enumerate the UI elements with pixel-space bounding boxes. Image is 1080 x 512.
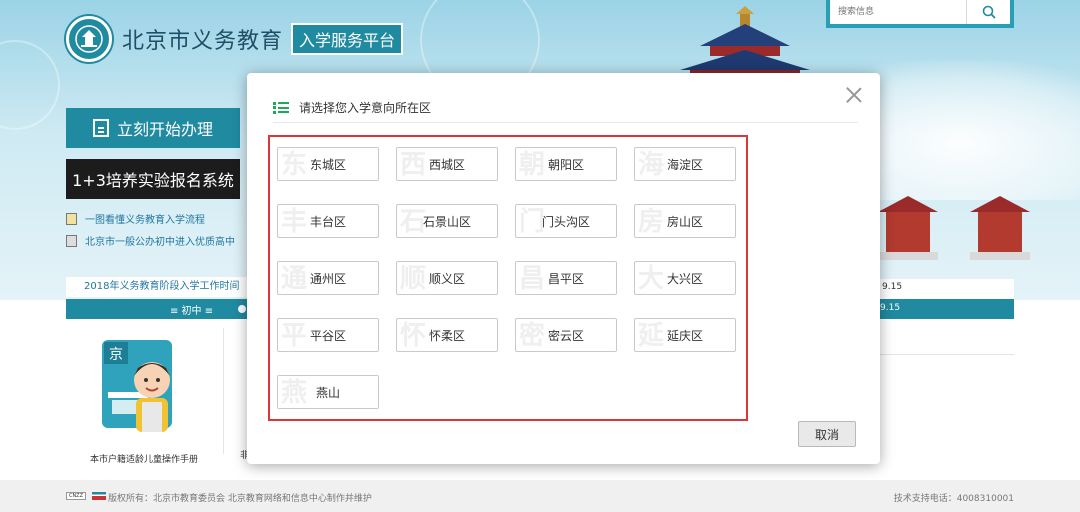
district-label: 门头沟区: [541, 214, 590, 229]
district-label: 海淀区: [666, 157, 703, 172]
search-doc-icon: [66, 234, 77, 247]
district-watermark: 房: [637, 207, 664, 237]
right-date: 9.15: [880, 279, 1014, 299]
document-icon: [66, 212, 77, 225]
district-button[interactable]: 怀怀柔区: [396, 318, 498, 352]
divider: [223, 328, 224, 454]
district-watermark: 平: [280, 321, 307, 351]
district-button[interactable]: 丰丰台区: [277, 204, 379, 238]
guide-badge-text: 京: [109, 347, 123, 363]
cnzz-badge[interactable]: CNZZ: [66, 492, 86, 500]
district-watermark: 怀: [399, 321, 426, 351]
district-button[interactable]: 平平谷区: [277, 318, 379, 352]
district-button[interactable]: 大大兴区: [634, 261, 736, 295]
district-label: 大兴区: [666, 271, 703, 286]
experiment-registration-label: 1+3培养实验报名系统: [72, 171, 234, 190]
dialog-header: 请选择您入学意向所在区: [273, 93, 858, 123]
district-button[interactable]: 石石景山区: [396, 204, 498, 238]
district-button[interactable]: 顺顺义区: [396, 261, 498, 295]
close-icon[interactable]: [844, 85, 864, 105]
cancel-button[interactable]: 取消: [798, 421, 856, 447]
carousel-dot[interactable]: [238, 305, 246, 313]
district-label: 顺义区: [428, 271, 465, 286]
district-button[interactable]: 昌昌平区: [515, 261, 617, 295]
right-date-band: 9.15: [880, 303, 901, 313]
district-label: 朝阳区: [547, 157, 584, 172]
search-box: [826, 0, 1014, 28]
dialog-title: 请选择您入学意向所在区: [299, 101, 432, 115]
district-watermark: 昌: [518, 264, 545, 294]
district-label: 燕山: [315, 385, 340, 400]
district-watermark: 东: [280, 150, 307, 180]
flag-icon: [92, 492, 106, 500]
decor-circle: [0, 40, 60, 130]
district-watermark: 延: [637, 321, 664, 351]
district-label: 昌平区: [547, 271, 584, 286]
district-label: 东城区: [309, 157, 346, 172]
district-watermark: 西: [399, 150, 426, 180]
district-button[interactable]: 通通州区: [277, 261, 379, 295]
site-name: 北京市义务教育: [122, 29, 284, 54]
divider: [880, 354, 1014, 355]
district-label: 丰台区: [309, 214, 346, 229]
district-watermark: 密: [518, 321, 545, 351]
guide-illustration: 京: [94, 332, 184, 442]
district-watermark: 通: [280, 264, 307, 294]
pavilion-illustration: [970, 196, 1030, 260]
district-label: 通州区: [309, 271, 346, 286]
copyright-text: 版权所有：北京市教育委员会 北京教育网络和信息中心制作并维护: [108, 494, 372, 504]
district-label: 平谷区: [309, 328, 346, 343]
document-icon: [92, 119, 109, 137]
district-watermark: 海: [637, 150, 664, 180]
district-button[interactable]: 密密云区: [515, 318, 617, 352]
education-emblem-icon: [66, 16, 112, 62]
district-watermark: 丰: [280, 207, 307, 237]
start-processing-label: 立刻开始办理: [116, 120, 213, 139]
district-grid: 东东城区西西城区朝朝阳区海海淀区丰丰台区石石景山区门门头沟区房房山区通通州区顺顺…: [277, 147, 736, 409]
district-button[interactable]: 西西城区: [396, 147, 498, 181]
guide-title: 本市户籍适龄儿童操作手册: [89, 455, 198, 465]
pavilion-illustration: [878, 196, 938, 260]
district-watermark: 燕: [280, 378, 307, 408]
district-watermark: 顺: [399, 264, 426, 294]
search-button[interactable]: [966, 0, 1010, 24]
district-label: 怀柔区: [428, 328, 465, 343]
district-label: 西城区: [428, 157, 465, 172]
district-watermark: 大: [637, 264, 664, 294]
district-button[interactable]: 门门头沟区: [515, 204, 617, 238]
experiment-registration-button[interactable]: 1+3培养实验报名系统: [66, 159, 240, 199]
district-button[interactable]: 东东城区: [277, 147, 379, 181]
district-label: 房山区: [666, 214, 703, 229]
search-icon: [982, 5, 996, 19]
guide-card[interactable]: 京 本市户籍适龄儿童操作手册: [84, 332, 204, 465]
district-button[interactable]: 房房山区: [634, 204, 736, 238]
district-button[interactable]: 朝朝阳区: [515, 147, 617, 181]
notice-text: 2018年义务教育阶段入学工作时间: [84, 281, 240, 292]
notice-link[interactable]: 2018年义务教育阶段入学工作时间: [66, 277, 248, 297]
list-icon: [273, 101, 289, 114]
district-watermark: 朝: [518, 150, 545, 180]
side-link-label: 北京市一般公办初中进入优质高中: [85, 237, 235, 248]
temple-of-heaven-illustration: [680, 6, 810, 76]
search-input[interactable]: [830, 0, 966, 24]
district-select-dialog: 请选择您入学意向所在区 东东城区西西城区朝朝阳区海海淀区丰丰台区石石景山区门门头…: [247, 73, 880, 464]
tab-junior-high[interactable]: ≡ 初中 ≡: [170, 302, 213, 317]
district-label: 延庆区: [666, 328, 703, 343]
start-processing-button[interactable]: 立刻开始办理: [66, 108, 240, 148]
district-label: 密云区: [547, 328, 584, 343]
district-button[interactable]: 燕燕山: [277, 375, 379, 409]
district-selection-area: 东东城区西西城区朝朝阳区海海淀区丰丰台区石石景山区门门头沟区房房山区通通州区顺顺…: [268, 135, 748, 421]
side-link-high-school-quota[interactable]: 北京市一般公办初中进入优质高中: [66, 233, 235, 248]
site-badge: 入学服务平台: [291, 23, 404, 55]
support-phone: 技术支持电话：4008310001: [893, 494, 1014, 504]
side-link-enrollment-flow[interactable]: 一图看懂义务教育入学流程: [66, 211, 205, 226]
side-link-label: 一图看懂义务教育入学流程: [85, 215, 205, 226]
district-button[interactable]: 延延庆区: [634, 318, 736, 352]
cancel-label: 取消: [814, 427, 839, 442]
district-button[interactable]: 海海淀区: [634, 147, 736, 181]
right-date-text: 9.15: [882, 282, 903, 292]
site-logo[interactable]: 北京市义务教育 入学服务平台: [66, 16, 404, 62]
district-label: 石景山区: [422, 214, 471, 229]
footer: CNZZ 版权所有：北京市教育委员会 北京教育网络和信息中心制作并维护 技术支持…: [0, 480, 1080, 512]
